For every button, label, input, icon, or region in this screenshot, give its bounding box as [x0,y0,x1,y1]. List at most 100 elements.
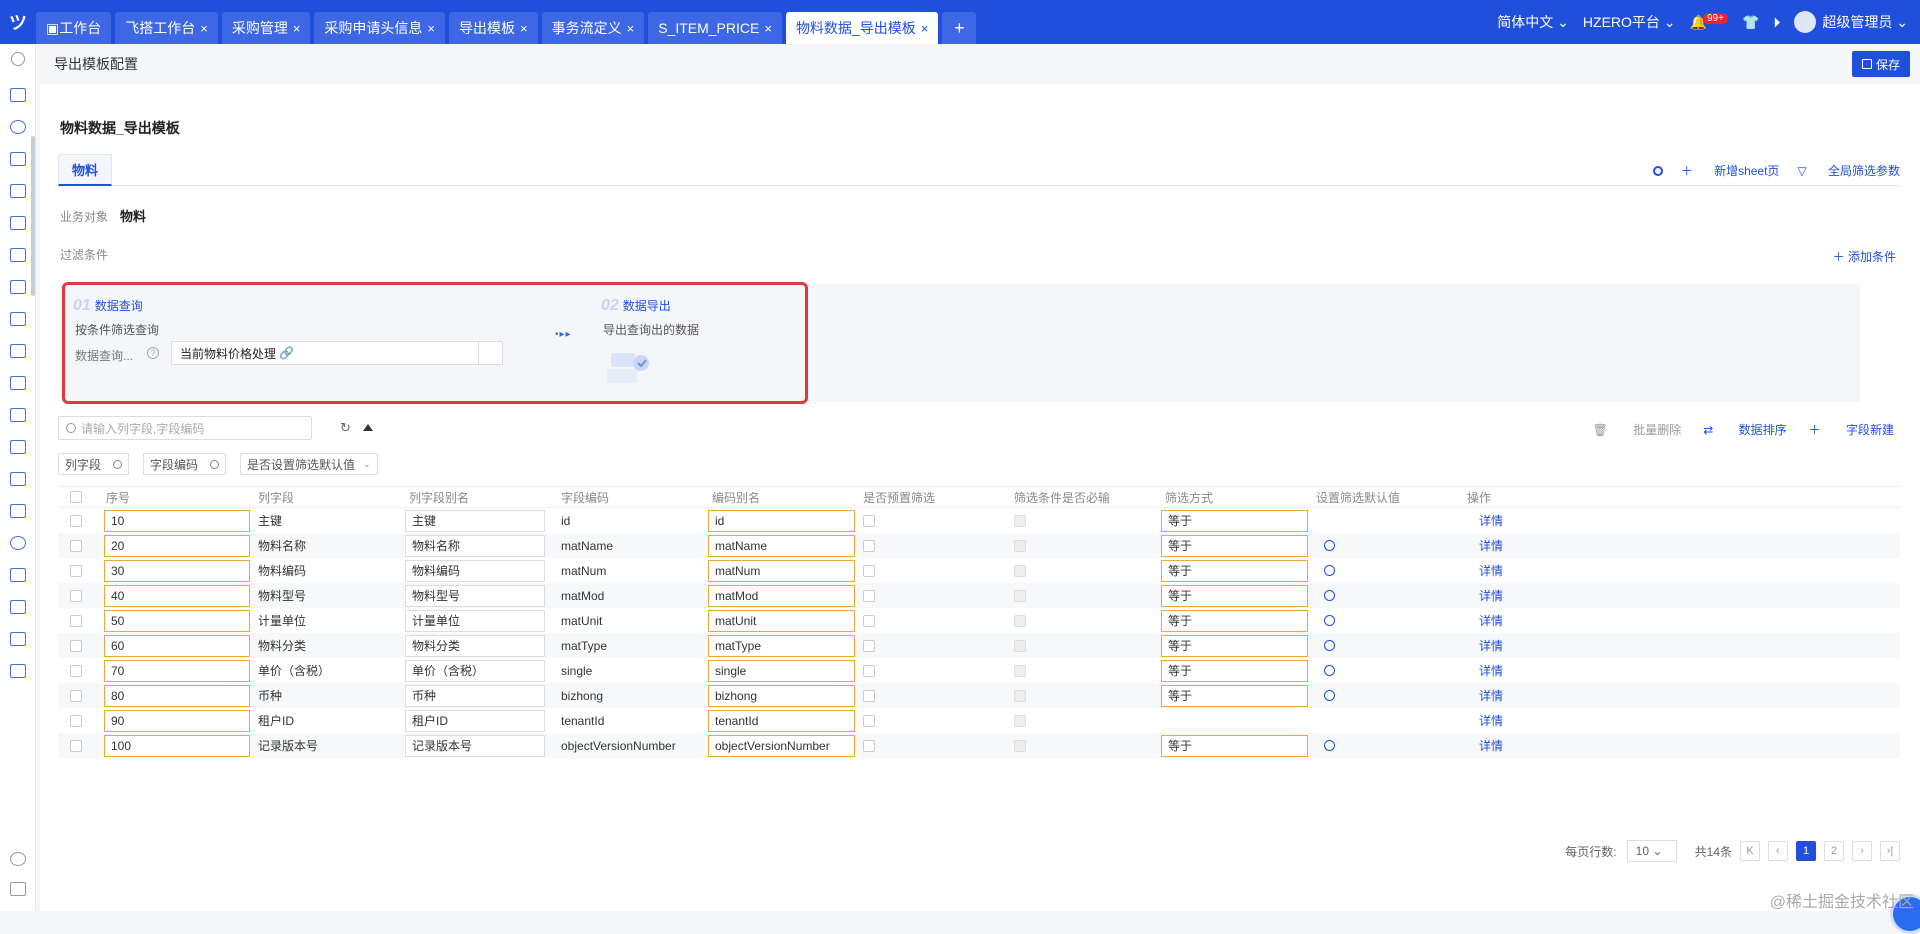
code-alias-input[interactable]: matNum [708,559,855,582]
detail-link[interactable]: 详情 [1459,608,1503,633]
nav-image-icon[interactable] [10,344,26,358]
top-tab[interactable]: 物料数据_导出模板 × [785,12,939,44]
filter-mode-select[interactable]: 等于 [1161,659,1308,682]
seq-input[interactable]: 40 [104,584,250,607]
seq-input[interactable]: 10 [104,509,250,532]
row-checkbox[interactable] [70,714,82,727]
nav-calendar-3-icon[interactable] [10,184,26,198]
platform-select[interactable]: HZERO平台 ⌄ [1583,12,1676,32]
alias-input[interactable]: 记录版本号 [405,734,545,757]
tab-sheet-material[interactable]: 物料 [58,154,112,186]
nav-video-icon[interactable] [10,568,26,582]
detail-link[interactable]: 详情 [1459,533,1503,558]
settings-cog-icon[interactable] [1324,640,1335,651]
preset-filter-checkbox[interactable] [863,739,875,752]
seq-input[interactable]: 20 [104,534,250,557]
row-checkbox[interactable] [70,664,82,677]
seq-input[interactable]: 70 [104,659,250,682]
preset-filter-checkbox[interactable] [863,714,875,727]
preset-filter-checkbox[interactable] [863,689,875,702]
field-search-input[interactable]: 请输入列字段,字段编码 [58,416,312,440]
code-alias-input[interactable]: matUnit [708,609,855,632]
gear-icon[interactable] [1652,165,1663,176]
nav-calendar-2-icon[interactable] [10,152,26,166]
row-checkbox[interactable] [70,689,82,702]
next-page-button[interactable]: › [1852,841,1872,861]
detail-link[interactable]: 详情 [1459,658,1503,683]
seq-input[interactable]: 80 [104,684,250,707]
nav-stack-icon[interactable] [10,664,26,678]
page-button[interactable]: 1 [1796,841,1816,861]
preset-filter-checkbox[interactable] [863,564,875,577]
filter-mode-select[interactable]: 等于 [1161,534,1308,557]
top-tab[interactable]: 事务流定义 × [541,12,645,44]
seq-input[interactable]: 50 [104,609,250,632]
menu-collapse-icon[interactable] [10,882,26,896]
nav-settings-box-icon[interactable] [10,216,26,230]
add-condition-button[interactable]: ＋ 添加条件 [1833,248,1896,265]
prev-page-button[interactable]: ‹ [1768,841,1788,861]
alias-input[interactable]: 币种 [405,684,545,707]
row-checkbox[interactable] [70,539,82,552]
nav-fingerprint-icon[interactable] [10,536,26,550]
nav-gallery-icon[interactable] [10,600,26,614]
nav-org-icon[interactable] [10,440,26,454]
refresh-icon[interactable]: ↻ [340,420,351,436]
add-tab-button[interactable]: + [942,12,977,44]
filter-mode-select[interactable]: 等于 [1161,584,1308,607]
language-select[interactable]: 简体中文 ⌄ [1497,12,1569,32]
settings-cog-icon[interactable] [1324,740,1335,751]
alias-input[interactable]: 计量单位 [405,609,545,632]
alias-input[interactable]: 租户ID [405,709,545,732]
filter-mode-select[interactable]: 等于 [1161,559,1308,582]
preset-filter-checkbox[interactable] [863,589,875,602]
filter-preset-default[interactable]: 是否设置筛选默认值 ⌄ [240,453,378,475]
seq-input[interactable]: 30 [104,559,250,582]
global-filter-button[interactable]: ▽ 全局筛选参数 [1797,162,1900,179]
alias-input[interactable]: 物料型号 [405,584,545,607]
collapse-triangle-icon[interactable] [363,424,373,431]
preset-filter-checkbox[interactable] [863,514,875,527]
filter-col-field[interactable]: 列字段 [58,453,130,475]
preset-filter-checkbox[interactable] [863,539,875,552]
add-sheet-button[interactable]: ＋ 新增sheet页 [1681,162,1780,179]
seq-input[interactable]: 60 [104,634,250,657]
top-tab[interactable]: ▣ 工作台 [36,12,112,44]
top-tab[interactable]: S_ITEM_PRICE × [648,12,782,44]
detail-link[interactable]: 详情 [1459,583,1503,608]
row-checkbox[interactable] [70,564,82,577]
row-checkbox[interactable] [70,739,82,752]
code-alias-input[interactable]: id [708,509,855,532]
row-checkbox[interactable] [70,514,82,527]
code-alias-input[interactable]: matMod [708,584,855,607]
row-checkbox[interactable] [70,639,82,652]
row-checkbox[interactable] [70,589,82,602]
settings-cog-icon[interactable] [1324,565,1335,576]
preset-filter-checkbox[interactable] [863,614,875,627]
filter-mode-select[interactable]: 等于 [1161,734,1308,757]
user-menu[interactable]: 超级管理员 ⌄ [1794,11,1908,33]
nav-doc-icon[interactable] [10,312,26,326]
code-alias-input[interactable]: single [708,659,855,682]
code-alias-input[interactable]: matType [708,634,855,657]
query-select[interactable]: 当前物料价格处理 🔗 [171,341,503,365]
query-search-icon[interactable] [478,342,502,364]
detail-link[interactable]: 详情 [1459,683,1503,708]
settings-cog-icon[interactable] [1324,690,1335,701]
filter-field-code[interactable]: 字段编码 [143,453,227,475]
shirt-icon[interactable]: 👕 [1742,14,1759,31]
filter-mode-select[interactable]: 等于 [1161,509,1308,532]
first-page-button[interactable]: K [1740,841,1760,861]
detail-link[interactable]: 详情 [1459,558,1503,583]
settings-cog-icon[interactable] [1324,615,1335,626]
nav-flow-icon[interactable] [10,280,26,294]
page-button[interactable]: 2 [1824,841,1844,861]
filter-mode-select[interactable]: 等于 [1161,684,1308,707]
nav-monitor-icon[interactable] [10,376,26,390]
nav-scrollbar[interactable] [31,136,35,296]
filter-mode-select[interactable]: 等于 [1161,634,1308,657]
play-circle-icon[interactable]: ⏵ [1773,14,1780,31]
preset-filter-checkbox[interactable] [863,664,875,677]
detail-link[interactable]: 详情 [1459,708,1503,733]
code-alias-input[interactable]: tenantId [708,709,855,732]
